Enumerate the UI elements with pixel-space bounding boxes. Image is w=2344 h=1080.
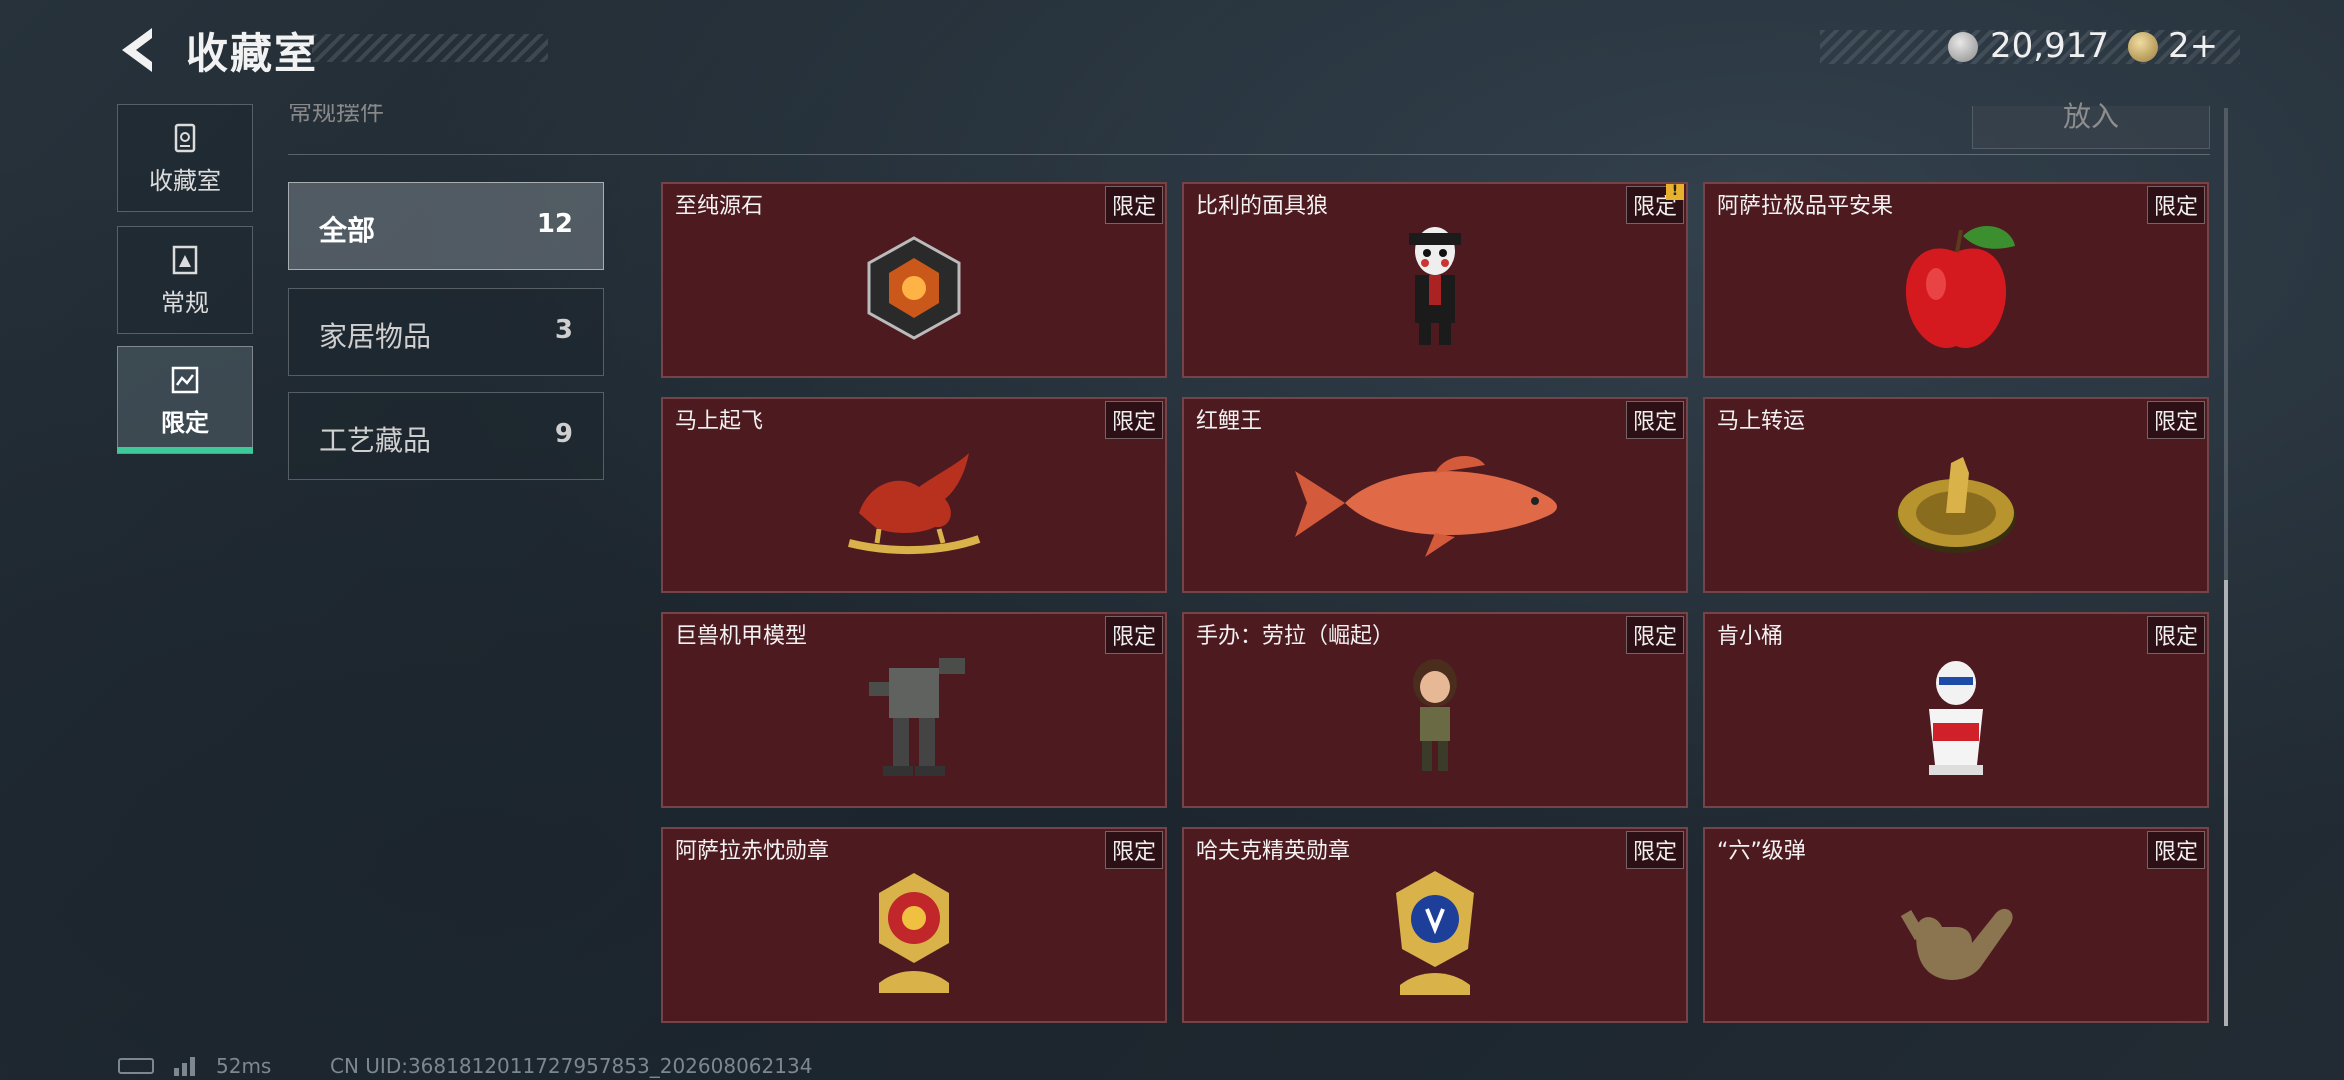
origin-stone-image [867,235,961,340]
rocking-horse-image [848,452,981,554]
ticket-balance[interactable]: 2+ [2168,26,2218,66]
regular-icon [172,245,198,275]
item-name: 哈夫克精英勋章 [1196,839,1351,864]
fortune-wheel-image [1896,456,2016,553]
tab-regular[interactable]: 常规 [117,226,253,334]
limited-tag: 限定 [1104,186,1163,224]
uid-text: CN UID:3681812011727957853_202608062134 [330,1054,813,1078]
limited-tag: 限定 [1104,831,1163,869]
item-card[interactable]: 阿萨拉赤忱勋章 限定 [661,827,1167,1023]
tab-collection[interactable]: 收藏室 [117,104,253,212]
shaka-hand-image [1900,908,2013,980]
signal-icon [174,1057,195,1076]
medal-blue-image [1396,870,1474,995]
battery-icon [118,1058,154,1074]
limited-icon [171,366,199,394]
ping-text: 52ms [216,1054,272,1078]
item-name: 比利的面具狼 [1196,194,1329,219]
category-count: 3 [554,315,573,345]
koi-fish-image [1295,455,1557,557]
category-all[interactable]: 全部 12 [288,182,604,270]
category-label: 全部 [319,214,376,247]
item-card[interactable]: 比利的面具狼 限定 ! [1182,182,1688,378]
limited-tag: 限定 [1104,616,1163,654]
item-name: 手办：劳拉（崛起） [1196,624,1395,649]
lara-figure-image [1413,658,1457,771]
active-tab-indicator [117,447,253,453]
category-count: 12 [536,209,573,239]
category-crafts[interactable]: 工艺藏品 9 [288,392,604,480]
item-card[interactable]: 手办：劳拉（崛起） 限定 [1182,612,1688,808]
item-name: “六”级弹 [1717,839,1806,864]
mech-model-image [869,657,965,776]
tab-label: 限定 [161,409,209,437]
item-card[interactable]: 马上转运 限定 [1703,397,2209,593]
item-card[interactable]: 肯小桶 限定 [1703,612,2209,808]
medal-red-image [879,872,949,993]
limited-tag: 限定 [2146,831,2205,869]
limited-tag: 限定 [1625,616,1684,654]
item-card[interactable]: 阿萨拉极品平安果 限定 [1703,182,2209,378]
title-decoration [312,34,548,62]
item-name: 马上起飞 [675,409,764,434]
billy-puppet-image [1409,226,1461,345]
item-card[interactable]: 至纯源石 限定 [661,182,1167,378]
item-name: 红鲤王 [1196,409,1263,434]
item-card[interactable]: “六”级弹 限定 [1703,827,2209,1023]
limited-tag: 限定 [2146,616,2205,654]
new-alert-badge: ! [1666,184,1684,200]
limited-tag: 限定 [1104,401,1163,439]
tab-label: 常规 [161,289,209,317]
tab-limited[interactable]: 限定 [117,346,253,454]
put-in-button[interactable]: 放入 [1972,103,2210,149]
limited-tag: 限定 [2146,401,2205,439]
limited-tag: 限定 [1625,831,1684,869]
coin-balance: 20,917 [1990,26,2109,66]
item-name: 巨兽机甲模型 [675,624,808,649]
item-card[interactable]: 哈夫克精英勋章 限定 [1182,827,1688,1023]
scrollbar-thumb[interactable] [2224,580,2228,1026]
item-name: 肯小桶 [1717,624,1784,649]
item-name: 阿萨拉赤忱勋章 [675,839,830,864]
item-name: 至纯源石 [675,194,764,219]
page-title: 收藏室 [186,29,319,78]
back-arrow-icon[interactable] [112,24,168,76]
coin-icon [1948,32,1978,62]
item-name: 阿萨拉极品平安果 [1717,194,1894,219]
collection-icon [174,123,196,153]
item-name: 马上转运 [1717,409,1806,434]
category-label: 家居物品 [319,320,432,353]
item-card[interactable]: 红鲤王 限定 [1182,397,1688,593]
apple-image [1905,225,2015,348]
limited-tag: 限定 [1625,401,1684,439]
kfc-bucket-figure-image [1929,660,1983,775]
category-home-items[interactable]: 家居物品 3 [288,288,604,376]
ticket-icon [2128,32,2158,62]
tab-label: 收藏室 [149,167,221,195]
item-card[interactable]: 巨兽机甲模型 限定 [661,612,1167,808]
section-divider [288,154,2210,155]
item-card[interactable]: 马上起飞 限定 [661,397,1167,593]
category-label: 工艺藏品 [319,424,432,457]
limited-tag: 限定 [2146,186,2205,224]
category-count: 9 [554,419,573,449]
top-header: 收藏室 20,917 2+ [0,0,2344,100]
